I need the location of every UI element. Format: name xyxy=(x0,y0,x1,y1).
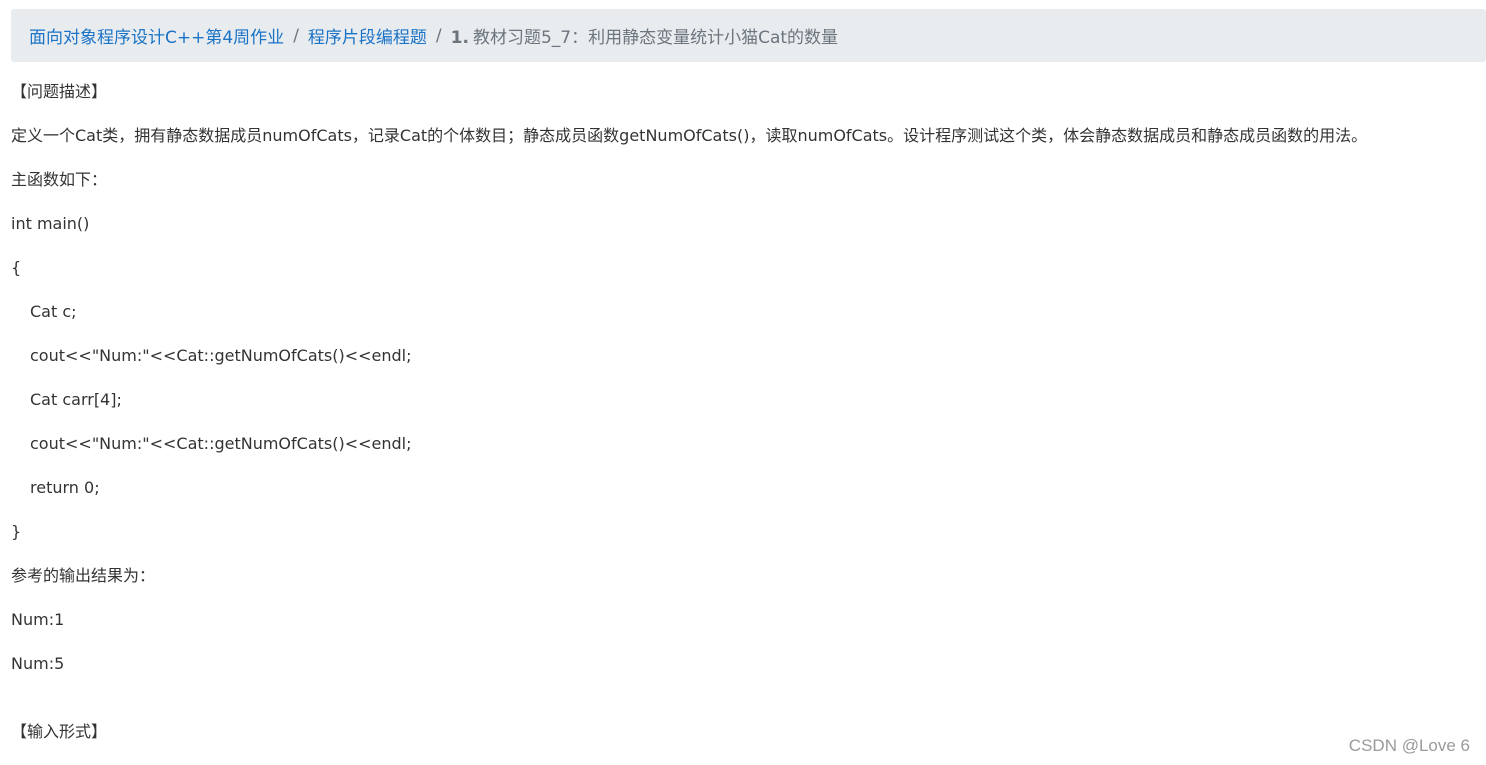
code-line: cout<<"Num:"<<Cat::getNumOfCats()<<endl; xyxy=(30,346,412,365)
description-heading: 【问题描述】 xyxy=(11,82,108,101)
breadcrumb-separator: / xyxy=(435,25,442,46)
breadcrumb-separator: / xyxy=(293,25,299,46)
watermark: CSDN @Love 6 xyxy=(1348,736,1470,755)
code-line: cout<<"Num:"<<Cat::getNumOfCats()<<endl; xyxy=(30,434,412,453)
main-intro-text: 主函数如下： xyxy=(11,170,108,189)
problem-page: 面向对象程序设计C++第4周作业 / 程序片段编程题 / 1. 教材习题5_7：利… xyxy=(0,0,1486,765)
breadcrumb-link-course[interactable]: 面向对象程序设计C++第4周作业 xyxy=(29,23,284,48)
code-line: int main() xyxy=(11,214,90,233)
code-line: { xyxy=(11,258,22,277)
description-text: 定义一个Cat类，拥有静态数据成员numOfCats，记录Cat的个体数目；静态… xyxy=(11,126,1368,145)
breadcrumb-current-number: 1. xyxy=(450,28,469,48)
breadcrumb-link-section[interactable]: 程序片段编程题 xyxy=(308,23,427,48)
code-line: } xyxy=(11,522,22,541)
output-line: Num:1 xyxy=(11,610,65,629)
output-line: Num:5 xyxy=(11,654,65,673)
breadcrumb: 面向对象程序设计C++第4周作业 / 程序片段编程题 / 1. 教材习题5_7：利… xyxy=(11,9,1486,62)
input-heading: 【输入形式】 xyxy=(11,722,108,741)
breadcrumb-current: 1. 教材习题5_7：利用静态变量统计小猫Cat的数量 xyxy=(451,23,838,48)
code-line: Cat carr[4]; xyxy=(30,390,122,409)
breadcrumb-current-title: 教材习题5_7：利用静态变量统计小猫Cat的数量 xyxy=(472,28,839,48)
code-line: return 0; xyxy=(30,478,100,497)
output-intro-text: 参考的输出结果为： xyxy=(11,566,156,585)
code-line: Cat c; xyxy=(30,302,77,321)
